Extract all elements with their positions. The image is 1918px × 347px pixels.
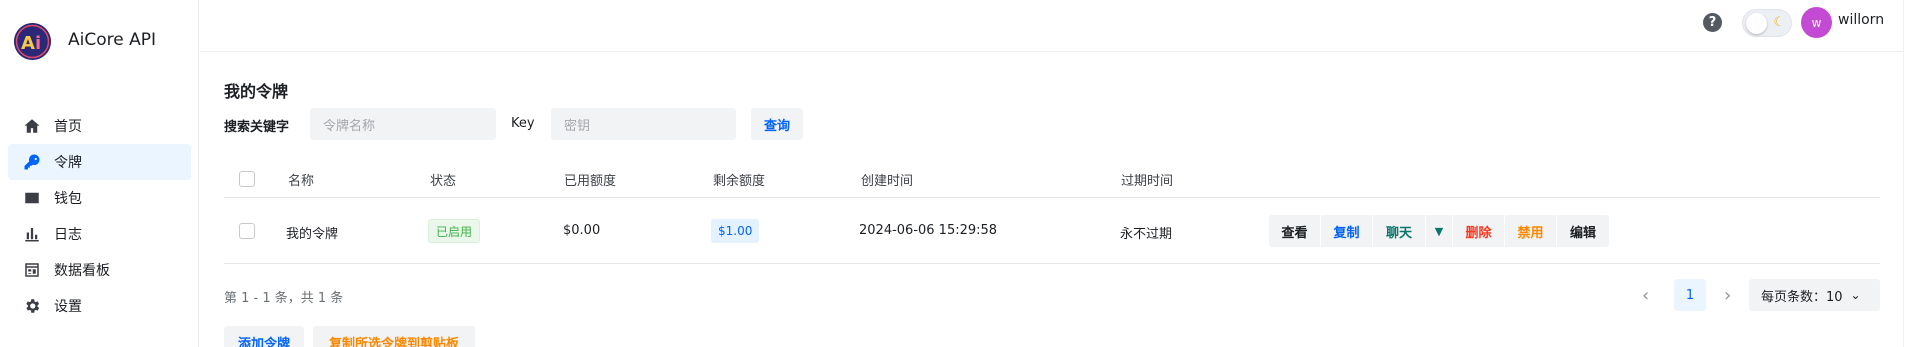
home-icon [22, 116, 42, 136]
app-root: A i AiCore API 首页 令牌 钱包 日志 数据看板 设置 ? ☾ w… [0, 0, 1918, 347]
created-time-cell: 2024-06-06 15:29:58 [859, 223, 998, 238]
used-quota-cell: $0.00 [563, 223, 601, 238]
moon-icon: ☾ [1773, 15, 1785, 30]
view-button[interactable]: 查看 [1269, 215, 1320, 247]
table-row-divider [224, 263, 1880, 264]
sidebar-item-label: 设置 [54, 299, 82, 315]
table-header-divider [224, 197, 1880, 198]
row-checkbox[interactable] [239, 223, 255, 239]
svg-text:A: A [21, 33, 35, 54]
copy-button[interactable]: 复制 [1321, 215, 1372, 247]
toggle-knob [1746, 13, 1767, 34]
sidebar-item-tokens[interactable]: 令牌 [8, 144, 191, 180]
sidebar-item-label: 令牌 [54, 155, 82, 171]
key-input[interactable]: 密钥 [551, 108, 736, 140]
page-title: 我的令牌 [224, 82, 289, 101]
key-icon [22, 152, 42, 172]
delete-button[interactable]: 删除 [1453, 215, 1504, 247]
wallet-icon [22, 188, 42, 208]
sidebar-item-label: 钱包 [54, 191, 82, 207]
sidebar-item-logs[interactable]: 日志 [8, 216, 191, 252]
select-all-checkbox[interactable] [239, 171, 255, 187]
chat-dropdown-button[interactable]: ▼ [1426, 215, 1452, 247]
page-number-button[interactable]: 1 [1674, 279, 1706, 311]
key-label: Key [511, 116, 535, 131]
top-header [200, 0, 1918, 52]
sidebar-item-settings[interactable]: 设置 [8, 288, 191, 324]
edit-button[interactable]: 编辑 [1557, 215, 1609, 247]
page-size-select[interactable]: 每页条数：10 ⌄ [1749, 279, 1880, 311]
help-icon[interactable]: ? [1703, 13, 1722, 32]
token-name-input[interactable]: 令牌名称 [310, 108, 496, 140]
page-scrollbar[interactable] [1903, 0, 1918, 347]
sidebar-item-label: 首页 [54, 119, 82, 135]
search-label: 搜索关键字 [224, 120, 290, 135]
chevron-down-icon: ⌄ [1850, 288, 1861, 302]
avatar[interactable]: w [1801, 7, 1832, 38]
column-header-expires: 过期时间 [1121, 174, 1174, 189]
logo-icon: A i [14, 23, 51, 60]
column-header-name: 名称 [288, 174, 315, 189]
sidebar-item-label: 日志 [54, 227, 82, 243]
column-header-used: 已用额度 [564, 174, 617, 189]
query-button[interactable]: 查询 [751, 108, 803, 140]
chat-button[interactable]: 聊天 [1373, 215, 1425, 247]
sidebar-item-label: 数据看板 [54, 263, 110, 279]
sidebar: A i AiCore API 首页 令牌 钱包 日志 数据看板 设置 [0, 0, 199, 347]
sidebar-item-wallet[interactable]: 钱包 [8, 180, 191, 216]
column-header-status: 状态 [430, 174, 457, 189]
next-page-icon[interactable]: › [1724, 285, 1731, 306]
column-header-created: 创建时间 [861, 174, 914, 189]
remaining-quota-badge: $1.00 [711, 219, 760, 243]
sidebar-item-home[interactable]: 首页 [8, 108, 191, 144]
expires-cell: 永不过期 [1120, 227, 1173, 242]
token-name-cell: 我的令牌 [286, 227, 339, 242]
sidebar-item-dashboard[interactable]: 数据看板 [8, 252, 191, 288]
dashboard-icon [22, 260, 42, 280]
username[interactable]: willorn [1838, 12, 1884, 28]
sidebar-nav: 首页 令牌 钱包 日志 数据看板 设置 [8, 108, 191, 324]
copy-selected-button[interactable]: 复制所选令牌到剪贴板 [313, 326, 475, 347]
disable-button[interactable]: 禁用 [1505, 215, 1556, 247]
brand-name[interactable]: AiCore API [68, 30, 156, 50]
add-token-button[interactable]: 添加令牌 [224, 326, 304, 347]
page-size-label: 每页条数：10 [1761, 289, 1843, 305]
prev-page-icon[interactable]: ‹ [1642, 285, 1649, 306]
caret-down-icon: ▼ [1434, 224, 1444, 238]
status-badge: 已启用 [428, 219, 481, 243]
bar-chart-icon [22, 224, 42, 244]
pagination-summary: 第 1 - 1 条，共 1 条 [224, 291, 344, 306]
column-header-remaining: 剩余额度 [713, 174, 766, 189]
gear-icon [22, 296, 42, 316]
svg-text:i: i [35, 33, 41, 54]
app-logo[interactable]: A i [14, 23, 51, 60]
theme-toggle[interactable]: ☾ [1742, 9, 1792, 37]
